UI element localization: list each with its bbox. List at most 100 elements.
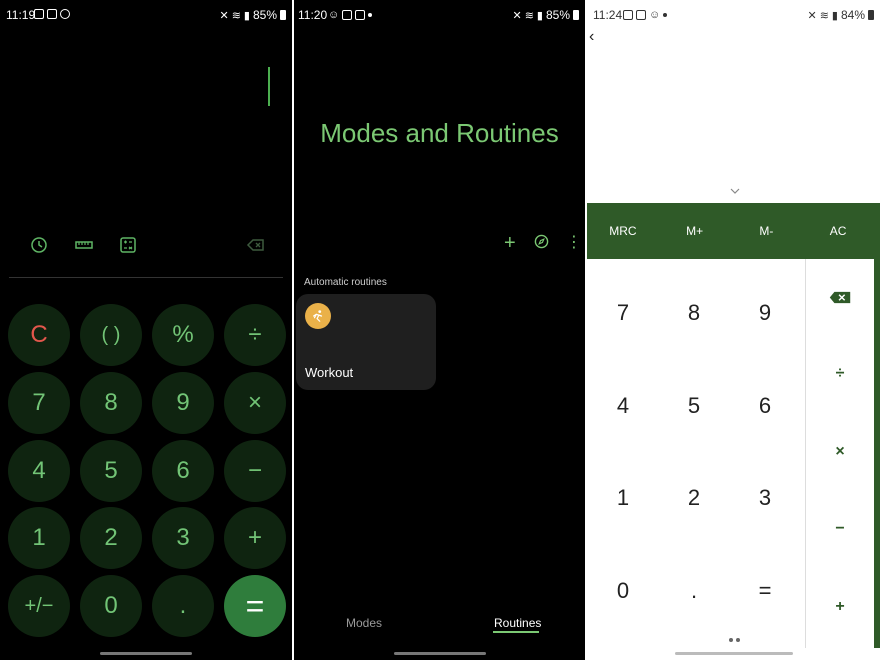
status-time: 11:20 (298, 8, 328, 22)
memory-subtract-button[interactable]: M- (731, 203, 803, 259)
wifi-icon: ≋ (231, 9, 241, 22)
gallery-icon (623, 10, 633, 20)
snapchat-icon: ☺ (649, 9, 661, 21)
battery-percent: 84% (840, 8, 865, 22)
digit-9-button[interactable]: 9 (152, 372, 214, 434)
digit-1-button[interactable]: 1 (8, 507, 70, 569)
digit-7-button[interactable]: 7 (8, 372, 70, 434)
parentheses-button[interactable]: ( ) (80, 304, 142, 366)
digit-9-button[interactable]: 9 (729, 267, 801, 359)
equals-button[interactable]: = (729, 545, 801, 637)
system-icons: ✕ ≋ ▮ 85% (219, 8, 286, 22)
signal-icon: ▮ (243, 9, 250, 22)
status-bar: 11:19 ✕ ≋ ▮ 85% (0, 0, 292, 30)
digit-4-button[interactable]: 4 (587, 360, 659, 452)
history-icon[interactable] (29, 235, 49, 255)
divider (9, 277, 283, 278)
add-button[interactable]: + (806, 577, 874, 637)
tab-modes[interactable]: Modes (346, 616, 382, 630)
chevron-down-icon[interactable] (730, 183, 740, 194)
all-clear-button[interactable]: AC (802, 203, 874, 259)
system-icons: ✕ ≋ ▮ 85% (512, 8, 579, 22)
signal-icon: ▮ (536, 9, 543, 22)
decimal-button[interactable]: . (658, 545, 730, 637)
digit-1-button[interactable]: 1 (587, 452, 659, 544)
backspace-icon (829, 291, 851, 303)
routine-card[interactable]: Workout (296, 294, 436, 390)
memory-recall-button[interactable]: MRC (587, 203, 659, 259)
add-icon[interactable]: + (504, 233, 516, 253)
signal-icon: ▮ (831, 9, 838, 22)
sign-toggle-button[interactable]: +/− (8, 575, 70, 637)
divide-button[interactable]: ÷ (224, 304, 286, 366)
home-indicator[interactable] (393, 652, 486, 655)
digit-2-button[interactable]: 2 (80, 507, 142, 569)
discover-icon[interactable] (534, 233, 549, 253)
clear-button[interactable]: C (8, 304, 70, 366)
decimal-button[interactable]: . (152, 575, 214, 637)
back-icon[interactable]: ‹ (589, 28, 594, 46)
more-notifications-dot (368, 13, 373, 17)
numpad: 7 8 9 4 5 6 1 2 3 0 . = (587, 259, 805, 648)
status-time: 11:24 (593, 8, 623, 22)
calculator-light-screen: 11:24 ☺ ✕ ≋ ▮ 84% ‹ MRC M+ M- AC 7 8 9 4… (587, 0, 880, 660)
digit-3-button[interactable]: 3 (152, 507, 214, 569)
more-notifications-dot (663, 13, 668, 17)
digit-5-button[interactable]: 5 (658, 360, 730, 452)
digit-4-button[interactable]: 4 (8, 440, 70, 502)
multiply-button[interactable]: × (806, 422, 874, 482)
gallery-icon (342, 10, 353, 20)
scientific-icon[interactable] (118, 235, 138, 255)
memory-add-button[interactable]: M+ (659, 203, 731, 259)
digit-2-button[interactable]: 2 (658, 452, 730, 544)
active-tab-indicator (493, 631, 539, 633)
digit-7-button[interactable]: 7 (587, 267, 659, 359)
digit-6-button[interactable]: 6 (729, 360, 801, 452)
digit-0-button[interactable]: 0 (80, 575, 142, 637)
app-icon (355, 10, 366, 20)
add-button[interactable]: + (224, 507, 286, 569)
memory-bar: MRC M+ M- AC (587, 203, 874, 259)
percent-button[interactable]: % (152, 304, 214, 366)
status-bar: 11:20 ☺ ✕ ≋ ▮ 85% (294, 0, 585, 30)
digit-8-button[interactable]: 8 (80, 372, 142, 434)
backspace-button[interactable] (806, 267, 874, 327)
multiply-button[interactable]: × (224, 372, 286, 434)
gallery-icon (34, 9, 44, 19)
app-icon (47, 9, 57, 19)
mute-icon: ✕ (807, 9, 817, 22)
battery-percent: 85% (252, 8, 277, 22)
shopping-icon (636, 10, 646, 20)
notification-icons: ☺ (328, 9, 373, 21)
snapchat-icon: ☺ (328, 9, 340, 21)
divide-button[interactable]: ÷ (806, 344, 874, 404)
input-cursor (268, 67, 270, 106)
ruler-icon[interactable] (74, 235, 94, 255)
more-icon[interactable]: ⋮ (566, 233, 582, 253)
digit-0-button[interactable]: 0 (587, 545, 659, 637)
section-label: Automatic routines (304, 277, 387, 288)
wifi-icon: ≋ (819, 9, 829, 22)
equals-button[interactable]: = (224, 575, 286, 637)
do-not-disturb-icon (60, 9, 70, 19)
digit-5-button[interactable]: 5 (80, 440, 142, 502)
battery-icon (868, 10, 874, 20)
tab-routines[interactable]: Routines (494, 616, 541, 630)
digit-6-button[interactable]: 6 (152, 440, 214, 502)
wifi-icon: ≋ (524, 9, 534, 22)
home-indicator[interactable] (674, 652, 793, 655)
page-indicator (729, 638, 740, 642)
operator-column: ÷ × − + (805, 259, 874, 648)
battery-percent: 85% (545, 8, 570, 22)
home-indicator[interactable] (100, 652, 192, 655)
subtract-button[interactable]: − (224, 440, 286, 502)
status-time: 11:19 (6, 8, 36, 22)
backspace-icon[interactable] (246, 235, 266, 255)
system-icons: ✕ ≋ ▮ 84% (807, 8, 874, 22)
mute-icon: ✕ (219, 9, 229, 22)
digit-3-button[interactable]: 3 (729, 452, 801, 544)
side-panel-edge[interactable] (874, 203, 880, 648)
digit-8-button[interactable]: 8 (658, 267, 730, 359)
modes-routines-screen: 11:20 ☺ ✕ ≋ ▮ 85% Modes and Routines + ⋮… (294, 0, 585, 660)
subtract-button[interactable]: − (806, 499, 874, 559)
